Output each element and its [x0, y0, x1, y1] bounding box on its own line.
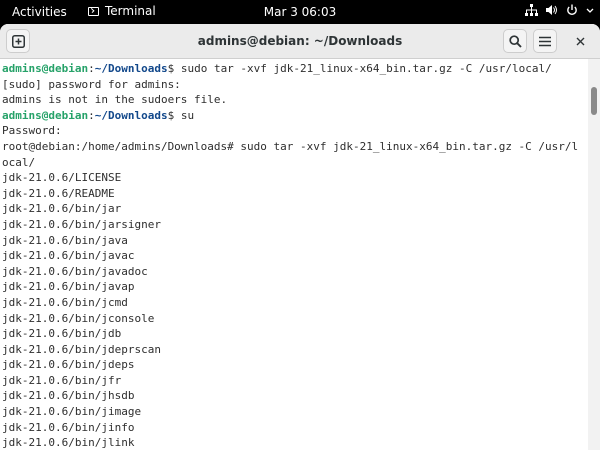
close-button[interactable]	[568, 29, 592, 53]
prompt-line: admins@debian:~/Downloads$ su	[2, 108, 588, 124]
prompt-separator: :	[88, 62, 95, 75]
app-menu[interactable]: Terminal	[88, 4, 156, 18]
output-line: jdk-21.0.6/bin/jconsole	[2, 311, 155, 325]
scrollbar-thumb[interactable]	[591, 87, 597, 115]
prompt-line: admins@debian:~/Downloads$ sudo tar -xvf…	[2, 61, 588, 77]
prompt-user: admins@debian	[2, 62, 89, 75]
output-line: root@debian:/home/admins/Downloads# sudo…	[2, 139, 579, 153]
hamburger-menu-icon	[539, 36, 551, 46]
close-icon	[576, 37, 584, 45]
command-text: su	[180, 108, 195, 122]
command-text: sudo tar -xvf jdk-21_linux-x64_bin.tar.g…	[180, 62, 552, 75]
output-line: [sudo] password for admins:	[2, 77, 181, 91]
output-line: jdk-21.0.6/bin/jimage	[2, 405, 142, 419]
window-title: admins@debian: ~/Downloads	[197, 34, 403, 48]
menu-button[interactable]	[533, 29, 557, 53]
network-icon	[525, 4, 538, 16]
new-tab-icon	[11, 34, 25, 48]
output-line: jdk-21.0.6/bin/jdeprscan	[2, 342, 161, 356]
clock[interactable]: Mar 3 06:03	[264, 5, 337, 19]
prompt-separator: :	[88, 108, 95, 122]
output-line: admins is not in the sudoers file.	[2, 93, 228, 107]
top-bar: Activities Terminal Mar 3 06:03	[0, 0, 600, 24]
terminal-window: admins@debian: ~/Downloads admins@debian…	[0, 24, 600, 450]
output-line: jdk-21.0.6/bin/javac	[2, 249, 135, 263]
output-line: jdk-21.0.6/bin/jarsigner	[2, 217, 161, 231]
output-line: jdk-21.0.6/README	[2, 186, 115, 200]
terminal-app-icon	[88, 6, 99, 16]
prompt-path: ~/Downloads	[94, 62, 168, 75]
output-line: jdk-21.0.6/bin/jlink	[2, 436, 135, 450]
volume-icon	[546, 5, 557, 15]
search-icon	[508, 34, 522, 48]
prompt-user: admins@debian	[2, 108, 89, 122]
prompt-symbol: $	[167, 108, 181, 122]
chevron-down-icon	[586, 8, 594, 13]
app-menu-label: Terminal	[105, 4, 156, 18]
system-menu[interactable]	[525, 4, 594, 16]
output-line: jdk-21.0.6/LICENSE	[2, 171, 122, 185]
output-line: ocal/	[2, 155, 36, 169]
prompt-path: ~/Downloads	[94, 108, 168, 122]
output-line: jdk-21.0.6/bin/jinfo	[2, 420, 135, 434]
power-icon	[567, 4, 577, 16]
output-line: jdk-21.0.6/bin/jdb	[2, 327, 122, 341]
new-tab-button[interactable]	[6, 29, 30, 53]
prompt-symbol: $	[167, 62, 181, 75]
output-line: jdk-21.0.6/bin/jcmd	[2, 295, 128, 309]
terminal-output[interactable]: admins@debian:~/Downloads$ sudo tar -xvf…	[0, 59, 588, 450]
output-line: jdk-21.0.6/bin/jhsdb	[2, 389, 135, 403]
output-line: jdk-21.0.6/bin/jar	[2, 202, 122, 216]
output-line: jdk-21.0.6/bin/jdeps	[2, 358, 135, 372]
output-line: jdk-21.0.6/bin/javadoc	[2, 264, 148, 278]
output-line: jdk-21.0.6/bin/javap	[2, 280, 135, 294]
window-header: admins@debian: ~/Downloads	[0, 24, 600, 59]
scrollbar[interactable]	[588, 59, 600, 450]
output-line: jdk-21.0.6/bin/java	[2, 233, 128, 247]
output-line: Password:	[2, 124, 62, 138]
search-button[interactable]	[503, 29, 527, 53]
activities-button[interactable]: Activities	[12, 5, 67, 19]
output-line: jdk-21.0.6/bin/jfr	[2, 373, 122, 387]
